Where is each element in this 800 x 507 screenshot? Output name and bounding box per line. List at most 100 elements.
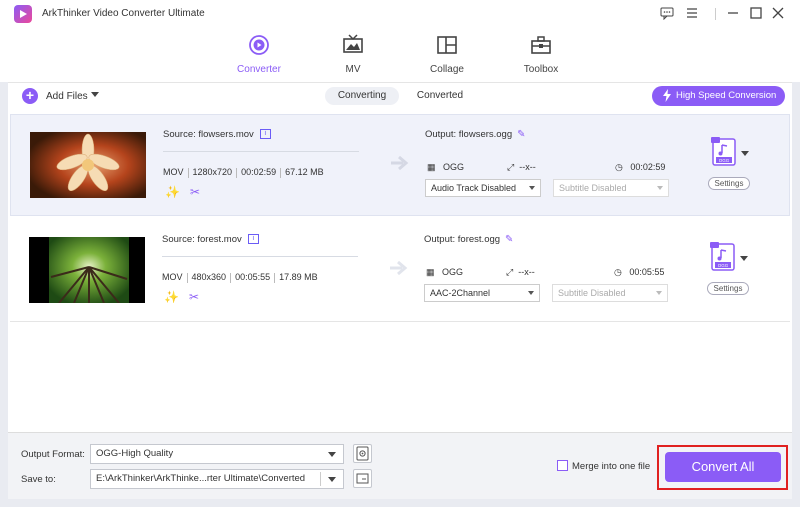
subtitle-select[interactable]: Subtitle Disabled bbox=[552, 284, 668, 302]
output-format-label: Output Format: bbox=[21, 449, 85, 460]
tv-icon bbox=[343, 34, 363, 53]
convert-all-button[interactable]: Convert All bbox=[665, 452, 781, 482]
format-settings-button[interactable] bbox=[353, 444, 372, 463]
output-resolution: ⤢ --x-- bbox=[507, 162, 536, 173]
lightning-icon bbox=[662, 89, 672, 105]
output-resolution-value: --x-- bbox=[519, 162, 536, 172]
edit-effects-icon[interactable]: ✨ bbox=[165, 185, 180, 199]
row-tools: ✨ ✂ bbox=[165, 185, 210, 199]
source-meta: MOV 1280x720 00:02:59 67.12 MB bbox=[163, 167, 324, 178]
format-dropdown-icon[interactable] bbox=[741, 151, 749, 156]
edit-effects-icon[interactable]: ✨ bbox=[164, 290, 179, 304]
tab-converting[interactable]: Converting bbox=[325, 87, 399, 105]
add-files-button[interactable]: Add Files bbox=[46, 91, 88, 102]
audio-track-select[interactable]: Audio Track Disabled bbox=[425, 179, 541, 197]
gear-icon bbox=[356, 446, 369, 461]
tab-mv[interactable]: MV bbox=[318, 34, 388, 75]
tab-label: Toolbox bbox=[523, 64, 559, 75]
tab-label: MV bbox=[345, 64, 361, 75]
subtitle-value: Subtitle Disabled bbox=[559, 183, 627, 193]
converter-icon bbox=[249, 35, 269, 55]
audio-track-select[interactable]: AAC-2Channel bbox=[424, 284, 540, 302]
container: MOV bbox=[163, 167, 184, 177]
chevron-down-icon bbox=[528, 291, 534, 295]
close-icon[interactable] bbox=[770, 6, 786, 22]
duration: 00:02:59 bbox=[241, 167, 277, 177]
audio-track-value: Audio Track Disabled bbox=[431, 183, 517, 193]
chevron-down-icon bbox=[328, 452, 336, 457]
film-icon: ▦ bbox=[426, 267, 435, 277]
info-icon[interactable]: i bbox=[247, 234, 259, 245]
open-folder-button[interactable] bbox=[353, 469, 372, 488]
chevron-down-icon bbox=[328, 477, 336, 482]
output-duration: ◷ 00:02:59 bbox=[615, 162, 665, 173]
high-speed-label: High Speed Conversion bbox=[676, 90, 777, 101]
resolution: 480x360 bbox=[191, 272, 227, 282]
output-format-value: OGG bbox=[442, 267, 464, 277]
chevron-down-icon bbox=[656, 291, 662, 295]
edit-name-icon[interactable]: ✎ bbox=[517, 129, 525, 140]
output-format-icon[interactable]: OGG bbox=[711, 137, 737, 167]
output-format-select[interactable]: OGG-High Quality bbox=[90, 444, 344, 464]
output-filename: Output: forest.ogg ✎ bbox=[424, 234, 513, 245]
format-badge-text: OGG bbox=[718, 263, 729, 268]
minimize-icon[interactable] bbox=[725, 6, 741, 22]
merge-label: Merge into one file bbox=[572, 461, 651, 472]
merge-checkbox[interactable] bbox=[557, 460, 568, 471]
tab-collage[interactable]: Collage bbox=[412, 34, 482, 75]
output-resolution: ⤢ --x-- bbox=[506, 267, 535, 278]
settings-button[interactable]: Settings bbox=[708, 177, 750, 190]
source-label: Source: forest.mov bbox=[162, 234, 242, 245]
row-tools: ✨ ✂ bbox=[164, 290, 209, 304]
folder-icon bbox=[356, 473, 369, 484]
output-format-value: OGG-High Quality bbox=[96, 448, 174, 459]
source-label: Source: flowsers.mov bbox=[163, 129, 254, 140]
output-duration-value: 00:02:59 bbox=[630, 162, 666, 172]
subtitle-select[interactable]: Subtitle Disabled bbox=[553, 179, 669, 197]
arrow-right-icon bbox=[391, 155, 409, 171]
info-icon[interactable]: i bbox=[259, 129, 271, 140]
maximize-icon[interactable] bbox=[748, 6, 764, 22]
resolution: 1280x720 bbox=[192, 167, 233, 177]
menu-icon[interactable] bbox=[684, 6, 700, 22]
tab-label: Converter bbox=[237, 64, 281, 75]
divider bbox=[320, 472, 321, 486]
chevron-down-icon bbox=[657, 186, 663, 190]
output-label: Output: forest.ogg bbox=[424, 234, 501, 245]
tab-converted[interactable]: Converted bbox=[410, 87, 470, 105]
file-row[interactable]: Source: forest.mov i MOV 480x360 00:05:55 17… bbox=[10, 220, 790, 322]
tab-converter[interactable]: Converter bbox=[224, 34, 294, 75]
file-row[interactable]: Source: flowsers.mov i MOV 1280x720 00:02:5… bbox=[10, 114, 790, 216]
edit-name-icon[interactable]: ✎ bbox=[505, 234, 513, 245]
source-meta: MOV 480x360 00:05:55 17.89 MB bbox=[162, 272, 318, 283]
output-label: Output: flowsers.ogg bbox=[425, 129, 513, 140]
file-size: 67.12 MB bbox=[285, 167, 324, 177]
source-filename: Source: flowsers.mov i bbox=[163, 129, 271, 140]
container: MOV bbox=[162, 272, 183, 282]
tab-label: Collage bbox=[430, 64, 464, 75]
chevron-down-icon bbox=[529, 186, 535, 190]
save-to-select[interactable]: E:\ArkThinker\ArkThinke...rter Ultimate\… bbox=[90, 469, 344, 489]
output-duration: ◷ 00:05:55 bbox=[614, 267, 664, 278]
tab-toolbox[interactable]: Toolbox bbox=[506, 34, 576, 75]
output-resolution-value: --x-- bbox=[518, 267, 535, 277]
cut-icon[interactable]: ✂ bbox=[189, 290, 199, 304]
video-thumbnail[interactable] bbox=[29, 237, 145, 303]
divider bbox=[707, 6, 723, 22]
divider bbox=[163, 151, 359, 152]
output-format-icon[interactable]: OGG bbox=[710, 242, 736, 272]
output-filename: Output: flowsers.ogg ✎ bbox=[425, 129, 526, 140]
resize-icon: ⤢ bbox=[506, 267, 514, 277]
main-nav bbox=[0, 28, 800, 82]
output-duration-value: 00:05:55 bbox=[629, 267, 665, 277]
add-files-plus-icon[interactable]: + bbox=[22, 88, 38, 104]
feedback-icon[interactable] bbox=[659, 6, 675, 22]
video-thumbnail[interactable] bbox=[30, 132, 146, 198]
file-size: 17.89 MB bbox=[279, 272, 318, 282]
format-dropdown-icon[interactable] bbox=[740, 256, 748, 261]
add-files-dropdown-icon[interactable] bbox=[91, 92, 99, 97]
cut-icon[interactable]: ✂ bbox=[190, 185, 200, 199]
subtitle-value: Subtitle Disabled bbox=[558, 288, 626, 298]
settings-button[interactable]: Settings bbox=[707, 282, 749, 295]
format-badge-text: OGG bbox=[719, 158, 730, 163]
